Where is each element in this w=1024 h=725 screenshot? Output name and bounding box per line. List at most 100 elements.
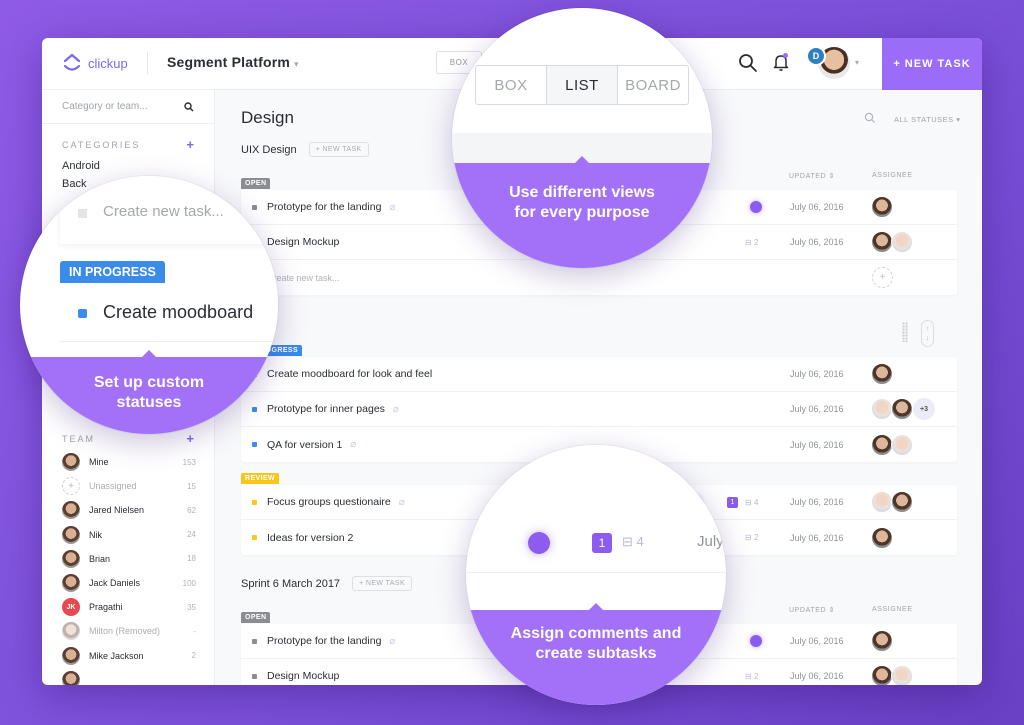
member-task-count: 153 — [182, 457, 196, 467]
avatar — [62, 622, 80, 641]
callout-text: Set up custom statuses — [20, 350, 278, 434]
team-member[interactable]: Jared Nielsen 62 — [42, 498, 214, 522]
search-icon[interactable] — [738, 53, 758, 73]
avatar — [891, 231, 913, 253]
callout-views: BOX LIST BOARD Use different views for e… — [452, 8, 712, 268]
avatar — [871, 196, 893, 218]
drag-handle[interactable] — [902, 322, 908, 342]
new-task-button[interactable]: + NEW TASK — [882, 38, 982, 90]
add-category-icon[interactable]: + — [186, 138, 194, 151]
add-assignee-icon[interactable]: + — [872, 267, 893, 288]
member-name: Jared Nielsen — [89, 505, 145, 516]
member-task-count: 15 — [187, 481, 196, 491]
categories-header: CATEGORIES + — [42, 138, 214, 151]
team-member[interactable]: Nik 24 — [42, 523, 214, 547]
assignees[interactable] — [871, 196, 893, 218]
chevron-down-icon: ▾ — [294, 59, 299, 69]
task-name: Create moodboard — [103, 302, 254, 322]
updated-date: July 06, 2016 — [790, 202, 844, 212]
divider — [147, 52, 148, 74]
status-badge: REVIEW — [241, 473, 280, 484]
status-dot — [252, 535, 257, 540]
create-task-input[interactable]: Create new task... — [103, 203, 224, 220]
member-name: Jack Daniels — [89, 578, 141, 589]
status-filter-dropdown[interactable]: ALL STATUSES ▾ — [894, 115, 960, 124]
team-member[interactable]: Mine 153 — [42, 450, 214, 474]
more-assignees-badge[interactable]: +3 — [913, 398, 935, 420]
logo[interactable]: clickup — [62, 52, 128, 74]
attachment-icon: ⌀ — [389, 201, 396, 213]
column-assignee: ASSIGNEE — [872, 172, 913, 179]
updated-date: July 06, 2016 — [790, 439, 844, 450]
member-name: Mine — [89, 457, 109, 468]
comment-icon[interactable] — [750, 635, 762, 647]
task-name[interactable]: Prototype for the landing — [267, 201, 381, 213]
member-task-count: 18 — [187, 554, 196, 564]
search-icon[interactable] — [184, 101, 194, 112]
chevron-down-icon[interactable]: ▾ — [855, 58, 859, 67]
subtasks-icon: ⊟ 4 — [745, 497, 759, 507]
add-team-member-icon[interactable]: + — [186, 432, 194, 445]
list-header: UIX Design + NEW TASK — [241, 142, 369, 157]
arrow-up-icon[interactable]: ↑ — [926, 325, 930, 334]
view-box-button[interactable]: BOX — [476, 66, 547, 104]
search-icon[interactable] — [864, 112, 876, 124]
avatar — [62, 670, 80, 685]
list-name[interactable]: Sprint 6 March 2017 — [241, 578, 340, 590]
task-name[interactable]: QA for version 1 — [267, 439, 342, 451]
avatar — [871, 526, 893, 549]
team-member[interactable]: Milton (Removed) - — [42, 619, 214, 643]
assigned-comment-badge[interactable]: 1 — [727, 496, 738, 508]
attachment-icon: ⌀ — [398, 496, 405, 508]
assigned-comment-badge[interactable]: 1 — [592, 533, 612, 553]
comment-icon[interactable] — [528, 532, 550, 554]
status-badge: IN PROGRESS — [60, 261, 165, 283]
task-row[interactable]: Create moodboard for look and feel July 0… — [241, 357, 957, 392]
list-name[interactable]: UIX Design — [241, 144, 297, 156]
team-member[interactable]: Jack Daniels 100 — [42, 571, 214, 595]
comment-icon[interactable] — [750, 201, 762, 213]
sidebar-search[interactable]: Category or team... — [42, 90, 214, 124]
reorder-control[interactable]: ↑ ↓ — [921, 320, 934, 347]
task-name[interactable]: Prototype for inner pages — [267, 403, 385, 415]
status-dot — [78, 209, 87, 218]
assignees[interactable] — [871, 231, 913, 253]
project-selector[interactable]: Segment Platform ▾ — [167, 54, 299, 70]
avatar — [62, 574, 80, 593]
team-member[interactable]: Mike Jackson 2 — [42, 644, 214, 668]
new-task-button[interactable]: + NEW TASK — [308, 142, 369, 157]
column-updated[interactable]: UPDATED ⇕ — [789, 172, 835, 180]
avatar — [871, 363, 893, 385]
member-name: Milton (Removed) — [89, 626, 161, 637]
view-board-button[interactable]: BOARD — [618, 66, 688, 104]
task-name[interactable]: Design Mockup — [267, 670, 339, 682]
column-updated[interactable]: UPDATED ⇕ — [789, 606, 835, 614]
team-member[interactable] — [42, 668, 214, 685]
sidebar-item-category[interactable]: Android — [42, 160, 214, 172]
search-input[interactable]: Category or team... — [62, 101, 148, 112]
task-name[interactable]: Prototype for the landing — [267, 635, 381, 647]
assignees[interactable] — [871, 526, 893, 549]
avatar — [891, 433, 913, 456]
team-member[interactable]: + Unassigned 15 — [42, 474, 214, 498]
task-row[interactable]: Prototype for inner pages ⌀ July 06, 2016 +… — [241, 392, 957, 427]
assignees[interactable] — [871, 363, 893, 385]
create-task-input[interactable]: Create new task... — [267, 273, 340, 283]
arrow-down-icon[interactable]: ↓ — [926, 334, 930, 343]
task-name[interactable]: Create moodboard for look and feel — [267, 368, 432, 380]
task-name[interactable]: Ideas for version 2 — [267, 532, 353, 544]
task-name[interactable]: Focus groups questionaire — [267, 496, 391, 508]
updated-date: July 06, 2016 — [790, 237, 844, 247]
status-dot — [252, 673, 257, 679]
assignees[interactable] — [871, 630, 893, 652]
team-member[interactable]: JK Pragathi 35 — [42, 595, 214, 619]
assignees[interactable] — [871, 491, 913, 513]
task-row[interactable]: Create moodboard — [60, 284, 278, 342]
team-member[interactable]: Brian 18 — [42, 547, 214, 571]
assignees[interactable] — [871, 665, 913, 685]
assignees[interactable] — [871, 433, 913, 456]
workspace-avatar[interactable]: D — [806, 46, 826, 66]
new-task-button[interactable]: + NEW TASK — [352, 576, 413, 591]
view-list-button[interactable]: LIST — [547, 66, 618, 104]
assignees[interactable]: +3 — [871, 398, 935, 420]
